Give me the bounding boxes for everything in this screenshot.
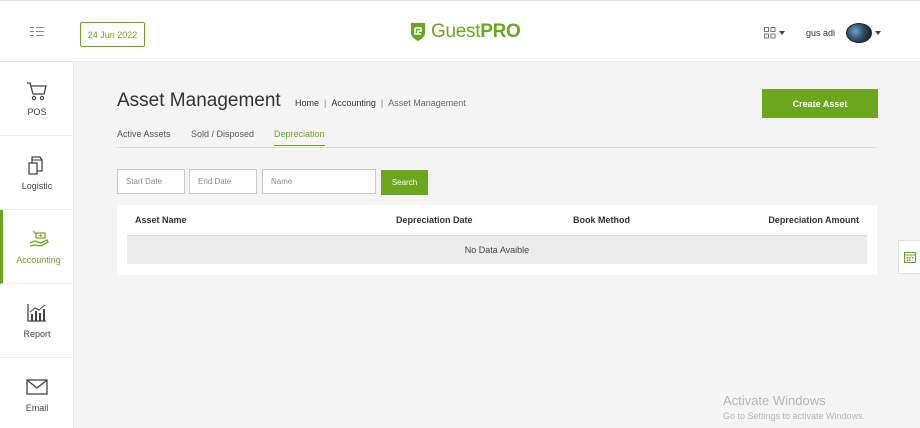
user-menu[interactable] <box>846 23 881 43</box>
tab-active-assets[interactable]: Active Assets <box>117 129 171 145</box>
apps-menu[interactable] <box>764 27 785 39</box>
breadcrumb: Home | Accounting | Asset Management <box>295 98 466 108</box>
username: gus adi <box>806 28 836 38</box>
money-hand-icon <box>29 230 49 247</box>
column-header-book-method[interactable]: Book Method <box>573 215 630 225</box>
name-input[interactable] <box>262 169 376 194</box>
top-bar: 24 Jun 2022 GuestPRO gus adi <box>0 0 920 62</box>
sidebar-item-pos[interactable]: POS <box>0 62 74 136</box>
menu-list-icon[interactable] <box>30 25 48 39</box>
depreciation-table: Asset Name Depreciation Date Book Method… <box>117 205 877 275</box>
end-date-input[interactable] <box>189 169 257 194</box>
breadcrumb-current: Asset Management <box>388 98 466 108</box>
shield-logo-icon <box>411 23 425 41</box>
column-header-depreciation-amount[interactable]: Depreciation Amount <box>768 215 859 225</box>
start-date-input[interactable] <box>117 169 185 194</box>
sidebar: POS Logistic Accounting Report Email <box>0 62 74 428</box>
date-badge[interactable]: 24 Jun 2022 <box>80 22 145 47</box>
main-content: Asset Management Home | Accounting | Ass… <box>74 62 920 428</box>
chevron-down-icon <box>779 31 785 35</box>
empty-table-row: No Data Avaible <box>127 235 867 264</box>
column-header-depreciation-date[interactable]: Depreciation Date <box>396 215 473 225</box>
breadcrumb-accounting[interactable]: Accounting <box>331 98 376 108</box>
bar-chart-icon <box>27 304 46 322</box>
tab-depreciation[interactable]: Depreciation <box>274 129 325 146</box>
grid-apps-icon <box>764 27 776 39</box>
windows-activation-watermark: Activate Windows Go to Settings to activ… <box>723 393 866 421</box>
column-header-asset-name[interactable]: Asset Name <box>135 215 187 225</box>
breadcrumb-separator: | <box>324 98 327 108</box>
breadcrumb-separator: | <box>380 98 384 108</box>
guestpro-logo: GuestPRO <box>409 20 521 44</box>
avatar <box>846 23 872 43</box>
envelope-icon <box>26 379 48 395</box>
chevron-down-icon <box>875 31 881 35</box>
sidebar-item-logistic[interactable]: Logistic <box>0 136 74 210</box>
sidebar-item-report[interactable]: Report <box>0 284 74 358</box>
calendar-toggle[interactable] <box>898 240 920 274</box>
search-button[interactable]: Search <box>381 170 428 195</box>
create-asset-button[interactable]: Create Asset <box>762 89 878 118</box>
sidebar-item-email[interactable]: Email <box>0 358 74 428</box>
sidebar-item-accounting[interactable]: Accounting <box>0 210 74 284</box>
tab-sold-disposed[interactable]: Sold / Disposed <box>191 129 254 145</box>
cart-icon <box>27 82 47 101</box>
page-title: Asset Management <box>117 90 281 111</box>
asset-tabs: Active Assets Sold / Disposed Depreciati… <box>117 129 877 148</box>
logo-text: GuestPRO <box>431 21 521 42</box>
breadcrumb-home[interactable]: Home <box>295 98 319 108</box>
calendar-icon <box>903 252 916 263</box>
boxes-icon <box>28 156 43 175</box>
